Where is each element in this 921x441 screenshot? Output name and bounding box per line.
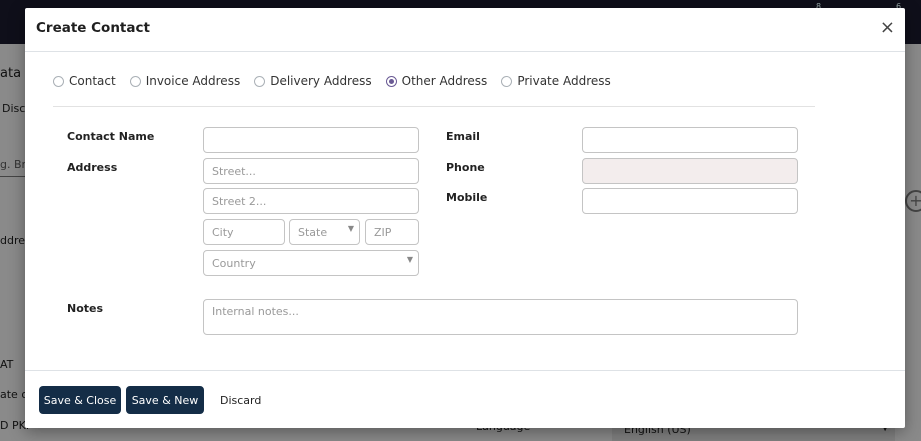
email-input[interactable] [582, 127, 798, 153]
bg-text: AT [0, 358, 14, 371]
phone-label: Phone [446, 161, 485, 174]
bg-field-line [0, 176, 25, 177]
create-contact-dialog: Create Contact × Contact Invoice Address… [25, 8, 905, 428]
city-input[interactable]: City [203, 219, 285, 245]
radio-private-address[interactable]: Private Address [501, 74, 611, 88]
close-icon[interactable]: × [880, 17, 895, 38]
divider [53, 106, 815, 107]
notes-label: Notes [67, 302, 104, 315]
save-new-button[interactable]: Save & New [126, 386, 204, 414]
radio-label: Private Address [517, 74, 611, 88]
state-select[interactable]: State ▼ [289, 219, 360, 245]
radio-button[interactable] [501, 75, 513, 87]
contact-name-label: Contact Name [67, 130, 155, 143]
radio-label: Other Address [401, 74, 488, 88]
radio-label: Contact [69, 74, 116, 88]
street2-input[interactable]: Street 2... [203, 188, 419, 214]
dialog-title: Create Contact [36, 20, 150, 36]
discard-button[interactable]: Discard [220, 386, 261, 414]
radio-label: Invoice Address [145, 74, 241, 88]
mobile-label: Mobile [446, 191, 488, 204]
radio-button[interactable] [254, 75, 266, 87]
phone-input[interactable] [582, 158, 798, 184]
add-icon: + [905, 190, 921, 212]
radio-label: Delivery Address [270, 74, 372, 88]
chevron-down-icon: ▼ [406, 255, 413, 264]
country-placeholder: Country [212, 256, 256, 270]
chevron-down-icon: ▼ [347, 224, 354, 233]
radio-button[interactable] [53, 75, 64, 87]
street-input[interactable]: Street... [203, 158, 419, 184]
address-label: Address [67, 161, 118, 174]
notes-textarea[interactable]: Internal notes... [203, 299, 798, 335]
save-close-button[interactable]: Save & Close [39, 386, 121, 414]
contact-name-input[interactable] [203, 127, 419, 153]
radio-delivery-address[interactable]: Delivery Address [254, 74, 372, 88]
bg-text: ata [0, 66, 22, 81]
zip-input[interactable]: ZIP [365, 219, 419, 245]
radio-contact[interactable]: Contact [53, 74, 116, 88]
radio-other-address[interactable]: Other Address [385, 74, 488, 88]
state-placeholder: State [298, 225, 328, 239]
country-select[interactable]: Country ▼ [203, 250, 419, 276]
address-type-radio-group: Contact Invoice Address Delivery Address… [53, 74, 625, 88]
dialog-header: Create Contact × [25, 8, 905, 52]
mobile-input[interactable] [582, 188, 798, 214]
radio-invoice-address[interactable]: Invoice Address [129, 74, 241, 88]
bg-text: ate o [0, 388, 29, 401]
email-label: Email [446, 130, 480, 143]
bg-text: Disc [2, 102, 26, 115]
radio-button[interactable] [129, 75, 141, 87]
dialog-footer: Save & Close Save & New Discard [25, 370, 905, 428]
radio-button-checked[interactable] [385, 75, 397, 87]
